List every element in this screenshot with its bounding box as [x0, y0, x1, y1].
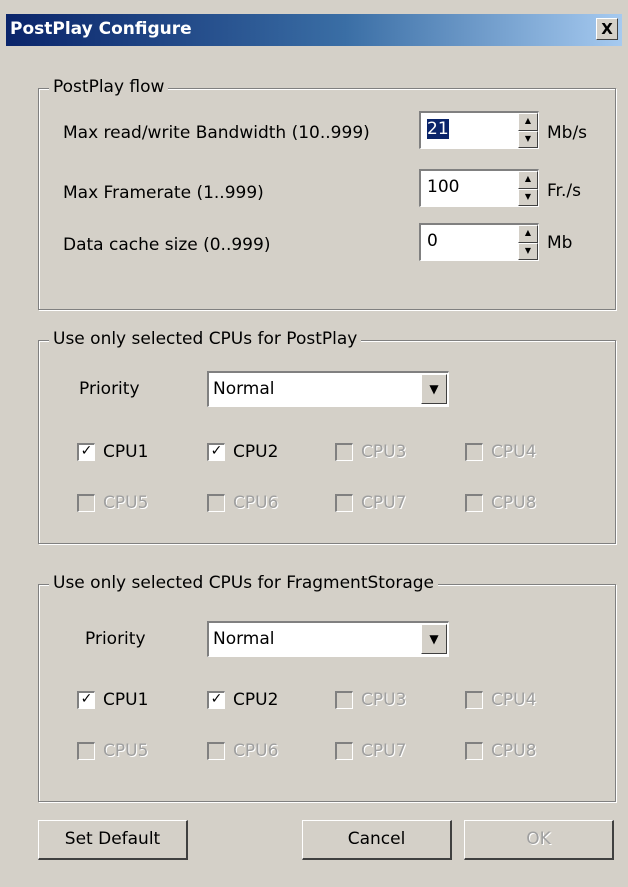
postplay-cpu8-label: CPU8 — [491, 493, 537, 513]
close-button[interactable]: X — [596, 18, 618, 40]
arrow-down-icon: ▼ — [524, 133, 532, 143]
data-cache-spinner[interactable]: 0 ▲ ▼ — [419, 223, 539, 261]
fragment-cpus-group: Use only selected CPUs for FragmentStora… — [38, 573, 616, 802]
postplay-cpu2-label: CPU2 — [233, 442, 279, 462]
fragment-priority-label: Priority — [85, 629, 146, 649]
fragment-cpu1-label: CPU1 — [103, 690, 149, 710]
data-cache-increment-button[interactable]: ▲ — [518, 225, 538, 243]
fragment-cpus-legend: Use only selected CPUs for FragmentStora… — [49, 573, 439, 593]
postplay-priority-label: Priority — [79, 379, 140, 399]
postplay-cpu7-label: CPU7 — [361, 493, 407, 513]
postplay-cpus-legend: Use only selected CPUs for PostPlay — [49, 329, 362, 349]
arrow-up-icon: ▲ — [524, 174, 532, 183]
postplay-cpu1-label: CPU1 — [103, 442, 149, 462]
postplay-priority-dropdown-button[interactable]: ▼ — [421, 374, 447, 404]
data-cache-decrement-button[interactable]: ▼ — [518, 242, 538, 260]
fragment-cpu2-label: CPU2 — [233, 690, 279, 710]
postplay-cpus-group: Use only selected CPUs for PostPlay Prio… — [38, 329, 616, 544]
fragment-cpu3-label: CPU3 — [361, 690, 407, 710]
fragment-cpu5-label: CPU5 — [103, 741, 149, 761]
checkmark-icon: ✓ — [207, 443, 225, 461]
set-default-button[interactable]: Set Default — [38, 820, 188, 860]
postplay-cpu3-label: CPU3 — [361, 442, 407, 462]
fragment-priority-dropdown-button[interactable]: ▼ — [421, 624, 447, 654]
postplay-configure-dialog: PostPlay Configure X PostPlay flow Max r… — [0, 0, 628, 887]
fragment-cpu6-label: CPU6 — [233, 741, 279, 761]
chevron-down-icon: ▼ — [429, 632, 439, 646]
postplay-cpu4-label: CPU4 — [491, 442, 537, 462]
bandwidth-input[interactable]: 21 — [427, 119, 449, 139]
framerate-input[interactable]: 100 — [427, 177, 459, 197]
fragment-cpu4-label: CPU4 — [491, 690, 537, 710]
fragment-cpu8-label: CPU8 — [491, 741, 537, 761]
postplay-flow-legend: PostPlay flow — [49, 77, 169, 97]
framerate-spinner[interactable]: 100 ▲ ▼ — [419, 169, 539, 207]
bandwidth-label: Max read/write Bandwidth (10..999) — [63, 123, 370, 143]
postplay-cpu6-label: CPU6 — [233, 493, 279, 513]
checkmark-icon: ✓ — [77, 443, 95, 461]
checkmark-icon: ✓ — [77, 691, 95, 709]
window-title: PostPlay Configure — [10, 19, 192, 39]
framerate-unit: Fr./s — [547, 181, 581, 201]
close-icon: X — [601, 20, 613, 38]
fragment-priority-select[interactable]: Normal ▼ — [207, 621, 449, 657]
arrow-down-icon: ▼ — [524, 245, 532, 255]
framerate-increment-button[interactable]: ▲ — [518, 171, 538, 189]
postplay-priority-value: Normal — [213, 379, 275, 399]
bandwidth-increment-button[interactable]: ▲ — [518, 113, 538, 131]
arrow-up-icon: ▲ — [524, 116, 532, 125]
data-cache-unit: Mb — [547, 233, 573, 253]
arrow-down-icon: ▼ — [524, 191, 532, 201]
framerate-label: Max Framerate (1..999) — [63, 183, 264, 203]
framerate-decrement-button[interactable]: ▼ — [518, 188, 538, 206]
cancel-button[interactable]: Cancel — [302, 820, 452, 860]
arrow-up-icon: ▲ — [524, 228, 532, 237]
title-bar[interactable]: PostPlay Configure X — [6, 14, 622, 46]
ok-button[interactable]: OK — [464, 820, 614, 860]
data-cache-label: Data cache size (0..999) — [63, 235, 271, 255]
checkmark-icon: ✓ — [207, 691, 225, 709]
postplay-cpu5-label: CPU5 — [103, 493, 149, 513]
data-cache-input[interactable]: 0 — [427, 231, 438, 251]
bandwidth-unit: Mb/s — [547, 123, 588, 143]
postplay-flow-group: PostPlay flow Max read/write Bandwidth (… — [38, 77, 616, 310]
bandwidth-spinner[interactable]: 21 ▲ ▼ — [419, 111, 539, 149]
postplay-priority-select[interactable]: Normal ▼ — [207, 371, 449, 407]
fragment-priority-value: Normal — [213, 629, 275, 649]
fragment-cpu7-label: CPU7 — [361, 741, 407, 761]
chevron-down-icon: ▼ — [429, 382, 439, 396]
bandwidth-decrement-button[interactable]: ▼ — [518, 130, 538, 148]
